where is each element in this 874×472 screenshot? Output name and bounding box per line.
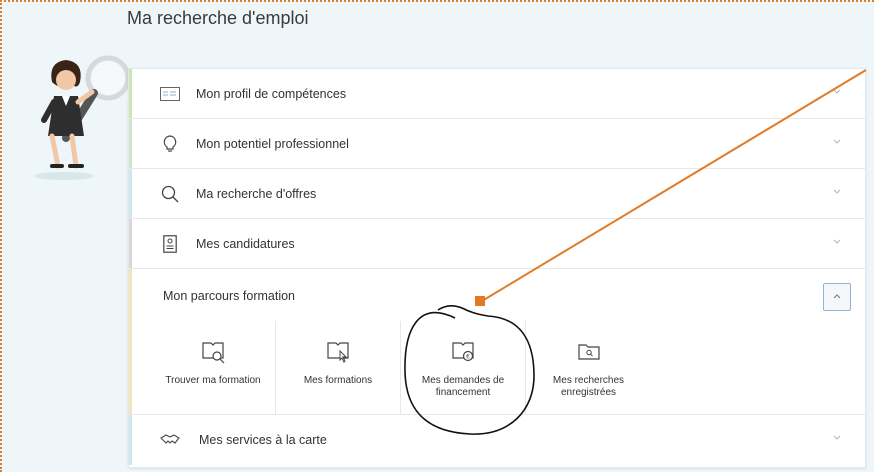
search-icon: [159, 183, 181, 205]
tile-label: Mes demandes de financement: [421, 375, 505, 398]
chevron-down-icon[interactable]: [833, 137, 841, 145]
accordion-row-label: Mon profil de compétences: [196, 86, 347, 101]
page-title: Ma recherche d'emploi: [127, 8, 309, 28]
formation-section-title: Mon parcours formation: [163, 289, 296, 303]
tile-trouver-formation[interactable]: Trouver ma formation: [151, 321, 276, 415]
book-pointer-icon: [327, 342, 349, 363]
chevron-down-icon[interactable]: [833, 433, 841, 441]
accordion-row-label: Mon potentiel professionnel: [196, 136, 349, 151]
accordion-row-label: Mes services à la carte: [199, 433, 327, 447]
accordion-row-offres[interactable]: Ma recherche d'offres: [129, 169, 865, 219]
chevron-up-icon: [833, 294, 841, 299]
row-color-bar: [129, 69, 132, 118]
accordion-row-label: Mes candidatures: [196, 236, 295, 251]
document-icon: [159, 233, 181, 255]
accordion-row-profil[interactable]: Mon profil de compétences: [129, 69, 865, 119]
tile-mes-formations[interactable]: Mes formations: [276, 321, 401, 415]
mascot-illustration: [34, 55, 131, 180]
tile-label: Mes formations: [303, 375, 373, 386]
tile-label: Mes recherches enregistrées: [552, 375, 625, 398]
id-card-icon: [159, 83, 181, 105]
folder-search-icon: [577, 344, 600, 360]
svg-text:€: €: [466, 354, 470, 361]
tile-label: Trouver ma formation: [165, 375, 261, 386]
row-color-bar: [129, 415, 132, 465]
row-color-bar: [129, 269, 132, 414]
job-search-card: Mon profil de compétences Mon potentiel …: [128, 68, 866, 468]
row-color-bar: [129, 119, 132, 168]
chevron-down-icon[interactable]: [833, 187, 841, 195]
row-color-bar: [129, 169, 132, 218]
accordion-row-services[interactable]: Mes services à la carte: [129, 415, 865, 465]
row-color-bar: [129, 219, 132, 268]
accordion-row-candidatures[interactable]: Mes candidatures: [129, 219, 865, 269]
handshake-icon: [159, 429, 181, 451]
book-search-icon: [202, 342, 225, 364]
tile-recherches-enregistrees[interactable]: Mes recherches enregistrées: [526, 321, 651, 415]
formation-section: Mon parcours formation Trouver ma format…: [129, 269, 865, 415]
accordion-row-potentiel[interactable]: Mon potentiel professionnel: [129, 119, 865, 169]
tile-demandes-financement[interactable]: € Mes demandes de financement: [401, 321, 526, 415]
chevron-down-icon[interactable]: [833, 87, 841, 95]
book-euro-icon: €: [452, 342, 474, 362]
lightbulb-icon: [159, 133, 181, 155]
collapse-button[interactable]: [823, 283, 851, 311]
chevron-down-icon[interactable]: [833, 237, 841, 245]
accordion-row-label: Ma recherche d'offres: [196, 186, 317, 201]
formation-tiles: Trouver ma formation Mes formations € Me…: [151, 321, 651, 415]
